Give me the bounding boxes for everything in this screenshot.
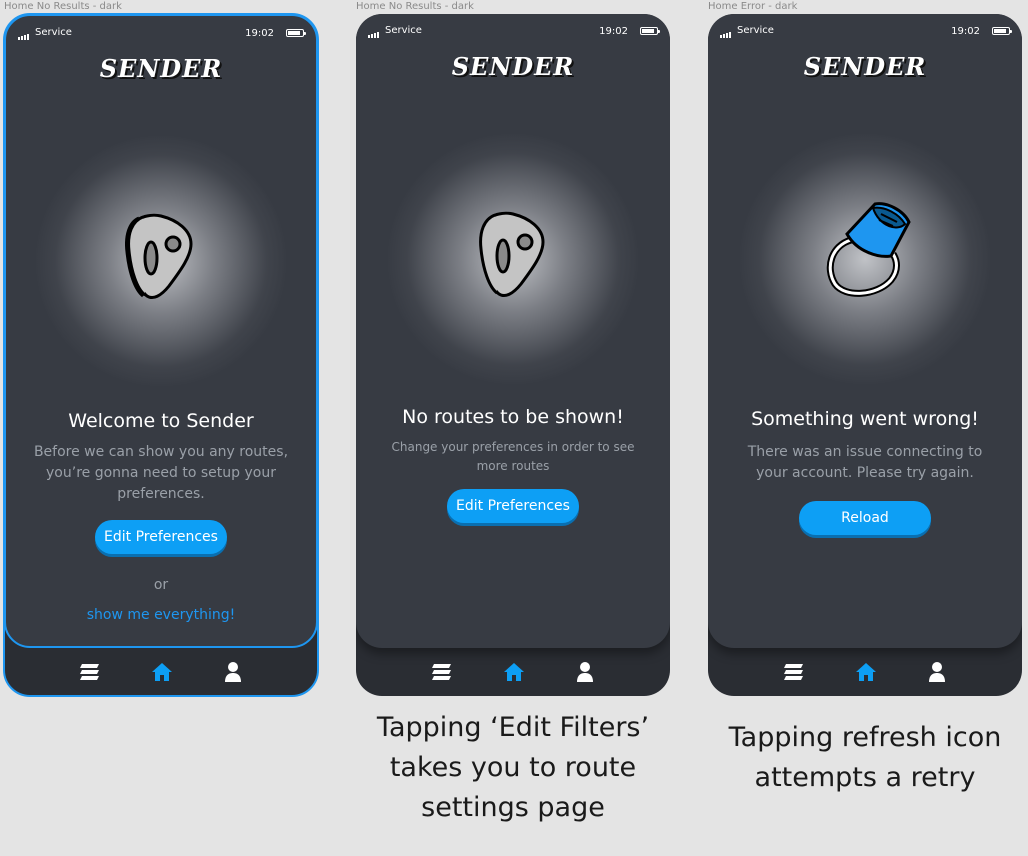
show-everything-link[interactable]: show me everything! bbox=[6, 607, 316, 623]
status-bar: Service 19:02 bbox=[368, 24, 660, 40]
app-logo: SENDER bbox=[803, 52, 927, 81]
stack-icon[interactable] bbox=[430, 660, 454, 684]
profile-icon[interactable] bbox=[573, 660, 597, 684]
welcome-title: Welcome to Sender bbox=[68, 410, 254, 432]
home-icon[interactable] bbox=[502, 660, 526, 684]
signal-icon bbox=[720, 27, 732, 38]
signal-icon bbox=[368, 27, 380, 38]
no-routes-title: No routes to be shown! bbox=[402, 406, 624, 428]
app-logo: SENDER bbox=[451, 52, 575, 81]
chalk-bag-icon bbox=[826, 202, 911, 297]
reload-button[interactable]: Reload bbox=[799, 501, 931, 535]
battery-icon bbox=[640, 27, 660, 35]
annotation-caption: Tapping refresh icon attempts a retry bbox=[728, 722, 1002, 793]
profile-icon[interactable] bbox=[925, 660, 949, 684]
home-screen: Service 19:02 SENDER Something went wron… bbox=[708, 14, 1022, 648]
battery-icon bbox=[992, 27, 1012, 35]
status-time: 19:02 bbox=[245, 28, 274, 39]
error-title: Something went wrong! bbox=[751, 408, 979, 430]
frame-label: Home Error - dark bbox=[708, 1, 798, 12]
carrier-label: Service bbox=[385, 25, 422, 36]
home-icon[interactable] bbox=[854, 660, 878, 684]
status-bar: Service 19:02 bbox=[720, 24, 1012, 40]
carrier-label: Service bbox=[35, 27, 72, 38]
stack-icon[interactable] bbox=[782, 660, 806, 684]
stack-icon[interactable] bbox=[78, 660, 102, 684]
home-screen: Service 19:02 SENDER No routes to be sho… bbox=[356, 14, 670, 648]
phone-frame-no-results: Service 19:02 SENDER No routes to be sho… bbox=[356, 14, 670, 696]
annotation-caption: Tapping ‘Edit Filters’ takes you to rout… bbox=[376, 712, 650, 823]
profile-icon[interactable] bbox=[221, 660, 245, 684]
tab-bar bbox=[4, 654, 318, 694]
home-icon[interactable] bbox=[150, 660, 174, 684]
signal-icon bbox=[18, 29, 30, 40]
edit-preferences-button[interactable]: Edit Preferences bbox=[95, 520, 227, 554]
error-description: There was an issue connecting to your ac… bbox=[747, 444, 983, 481]
phone-frame-welcome: Service 19:02 SENDER Welcome to Sender B… bbox=[3, 13, 319, 697]
welcome-description: Before we can show you any routes, you’r… bbox=[33, 444, 289, 502]
app-logo: SENDER bbox=[99, 54, 223, 83]
status-time: 19:02 bbox=[599, 26, 628, 37]
no-routes-description: Change your preferences in order to see … bbox=[391, 440, 635, 473]
climbing-hold-icon bbox=[125, 213, 193, 300]
tab-bar bbox=[356, 654, 670, 694]
or-divider-text: or bbox=[153, 577, 169, 593]
status-time: 19:02 bbox=[951, 26, 980, 37]
edit-preferences-button[interactable]: Edit Preferences bbox=[447, 489, 579, 523]
frame-label: Home No Results - dark bbox=[4, 1, 122, 12]
tab-bar bbox=[708, 654, 1022, 694]
phone-frame-error: Service 19:02 SENDER Something went wron… bbox=[708, 14, 1022, 696]
climbing-hold-icon bbox=[479, 211, 545, 298]
frame-label: Home No Results - dark bbox=[356, 1, 474, 12]
carrier-label: Service bbox=[737, 25, 774, 36]
home-screen: Service 19:02 SENDER Welcome to Sender B… bbox=[4, 14, 318, 648]
status-bar: Service 19:02 bbox=[18, 26, 306, 42]
battery-icon bbox=[286, 29, 306, 37]
